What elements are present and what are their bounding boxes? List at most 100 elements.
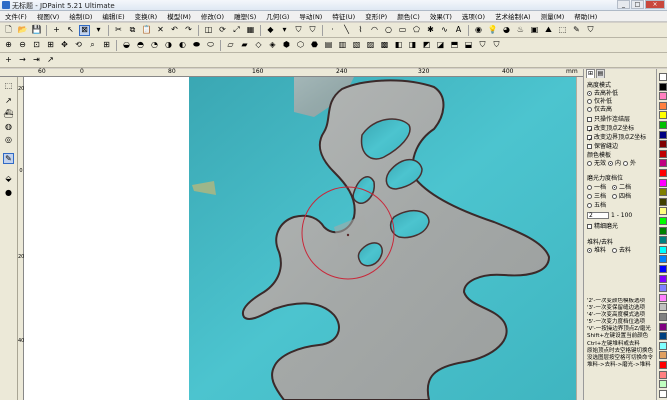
polish-value-input[interactable]: 2 [587,212,609,219]
color-swatch[interactable] [659,370,667,379]
mirror-icon[interactable]: ◫ [203,25,214,36]
minimize-button[interactable]: _ [617,0,630,9]
color-swatch[interactable] [659,149,667,158]
select-box-icon[interactable]: ⊠ [79,24,90,36]
shield-small-icon[interactable]: ⛉ [585,25,596,36]
star-icon[interactable]: ✱ [425,25,436,36]
color-swatch[interactable] [659,351,667,360]
shape-7-icon[interactable]: ⬣ [309,40,320,51]
zoom-in-icon[interactable]: ⊕ [3,40,14,51]
view-search-icon[interactable]: ⌕ [87,40,98,51]
color-swatch[interactable] [659,140,667,149]
grid-icon[interactable]: ⊞ [101,40,112,51]
shape-20-icon[interactable]: ⛉ [491,40,502,51]
menu-help[interactable]: 帮助(H) [569,11,602,21]
color-swatch[interactable] [659,101,667,110]
sculpt-tool-5-icon[interactable]: ◐ [177,40,188,51]
shield-alt-icon[interactable]: ⛉ [307,25,318,36]
sculpt-tool-7-icon[interactable]: ⬭ [205,40,216,51]
rectangle-icon[interactable]: ▭ [397,25,408,36]
shape-3-icon[interactable]: ◇ [253,40,264,51]
close-button[interactable]: × [645,0,665,9]
color-swatch[interactable] [659,313,667,321]
radio-fill-0[interactable] [587,248,592,253]
color-swatch[interactable] [659,188,667,197]
menu-options[interactable]: 选项(O) [457,11,490,21]
sculpt-tool-6-icon[interactable]: ⬬ [191,40,202,51]
color-swatch[interactable] [659,92,667,101]
color-swatch[interactable] [659,274,667,283]
circle-icon[interactable]: ○ [383,25,394,36]
target-icon[interactable]: ◎ [3,134,14,145]
arc-icon[interactable]: ◠ [369,25,380,36]
shape-14-icon[interactable]: ◨ [407,40,418,51]
shape-9-icon[interactable]: ▥ [337,40,348,51]
brush-tool-icon[interactable]: ✎ [3,153,14,164]
shape-12-icon[interactable]: ▩ [379,40,390,51]
shape-15-icon[interactable]: ◩ [421,40,432,51]
color-swatch[interactable] [659,169,667,177]
refresh-icon[interactable]: ⟲ [73,40,84,51]
menu-transform[interactable]: 变换(R) [130,11,163,21]
radio-level-3[interactable] [612,194,618,199]
layer-icon[interactable]: ◆ [265,25,276,36]
menu-geometry[interactable]: 几何(G) [261,11,294,21]
sculpt-tool-1-icon[interactable]: ◒ [121,40,132,51]
redo-icon[interactable]: ↷ [183,25,194,36]
radio-relief-0[interactable] [587,91,592,96]
point-icon[interactable]: · [327,25,338,36]
undo-icon[interactable]: ↶ [169,25,180,36]
new-icon[interactable]: 🗋 [3,25,14,36]
color-swatch[interactable] [659,226,667,235]
radio-color-2[interactable] [623,161,629,166]
menu-art-draw[interactable]: 艺术绘制(A) [490,11,536,21]
menu-sculpt[interactable]: 雕塑(S) [229,11,261,21]
color-swatch[interactable] [659,178,667,187]
color-swatch[interactable] [659,159,667,168]
shape-6-icon[interactable]: ⬡ [295,40,306,51]
bucket-icon[interactable]: ⬙ [3,173,14,184]
radio-level-0[interactable] [587,185,592,190]
color-swatch[interactable] [659,341,667,350]
radio-relief-2[interactable] [587,107,592,112]
panel-tab-layers[interactable]: ▤ [596,69,605,78]
menu-guide[interactable]: 导动(N) [294,11,327,21]
delete-icon[interactable]: ✕ [155,25,166,36]
color-swatch[interactable] [659,389,667,398]
boat-icon[interactable]: ⛴ [3,108,14,119]
polygon-icon[interactable]: ⬠ [411,25,422,36]
fill-icon[interactable]: ◕ [501,25,512,36]
cube-icon[interactable]: ▣ [529,25,540,36]
checkbox-linked-layer[interactable] [587,117,592,122]
radio-level-2[interactable] [587,194,592,199]
relief-icon[interactable]: ⛰ [543,25,554,36]
sphere-icon[interactable]: ◍ [3,121,14,132]
color-swatch[interactable] [659,217,667,225]
shape-16-icon[interactable]: ◪ [435,40,446,51]
checkbox-vertex-z[interactable]: ✓ [587,126,593,134]
bulb-tool-icon[interactable]: ● [3,187,14,198]
maximize-button[interactable]: □ [631,0,644,9]
radio-color-0[interactable] [587,161,592,166]
zoom-all-icon[interactable]: ⊞ [45,40,56,51]
vertical-scrollbar[interactable] [576,77,583,400]
shape-8-icon[interactable]: ▤ [323,40,334,51]
color-swatch[interactable] [659,284,667,293]
box3d-icon[interactable]: ⬚ [557,25,568,36]
color-swatch[interactable] [659,255,667,264]
save-icon[interactable]: 💾 [31,25,42,36]
arrow-icon[interactable]: ↖ [65,25,76,36]
color-swatch[interactable] [659,293,667,302]
sculpt-tool-2-icon[interactable]: ◓ [135,40,146,51]
shape-19-icon[interactable]: ⛉ [477,40,488,51]
snap-arrow-icon[interactable]: ↗ [45,55,56,66]
snap-plus-icon[interactable]: + [3,55,14,66]
bulb-icon[interactable]: 💡 [487,25,498,36]
drawing-canvas[interactable] [24,77,576,400]
dropdown-arrow-icon[interactable]: ▾ [93,25,104,36]
color-swatch[interactable] [659,197,667,206]
snap-arrow-icon[interactable]: ⇥ [31,55,42,66]
rotate-icon[interactable]: ⟳ [217,25,228,36]
paste-icon[interactable]: 📋 [141,25,152,36]
shape-1-icon[interactable]: ▱ [225,40,236,51]
